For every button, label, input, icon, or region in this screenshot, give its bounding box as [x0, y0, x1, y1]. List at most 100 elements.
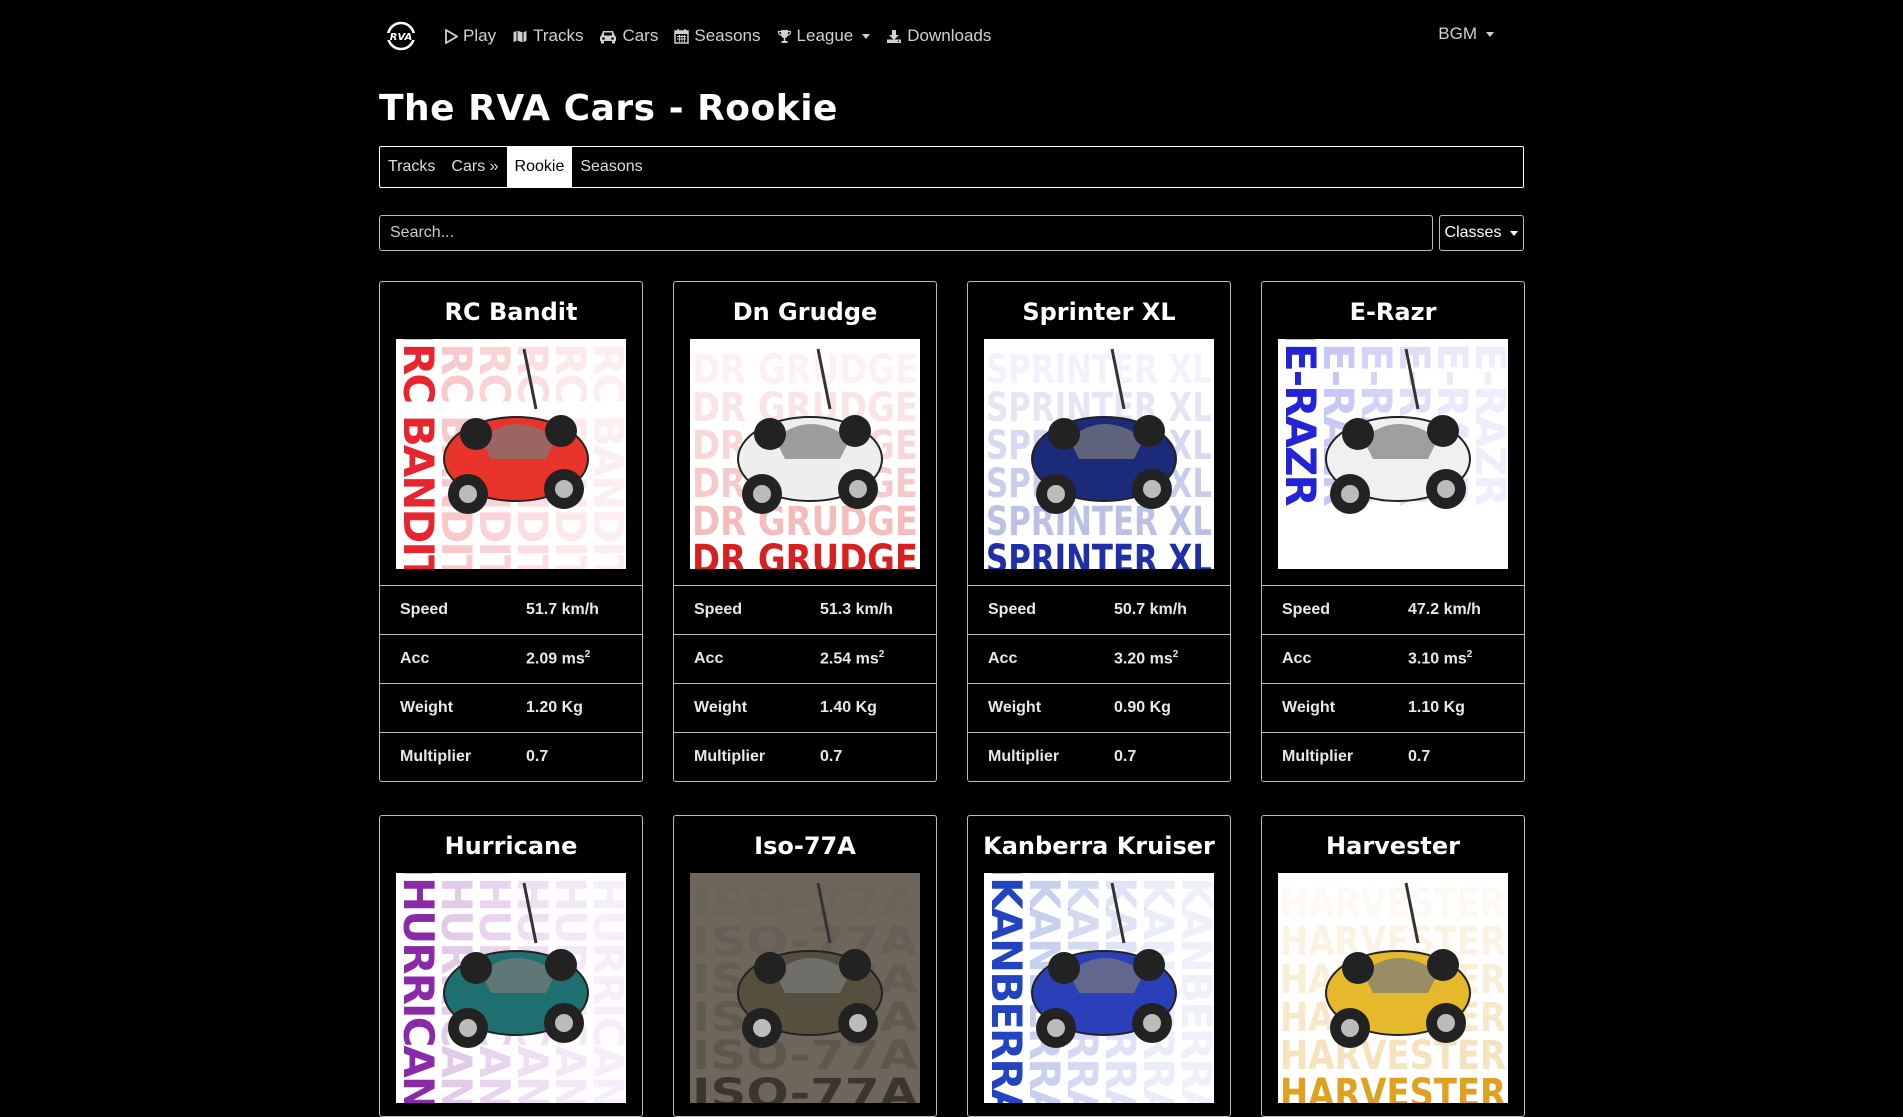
car-image[interactable]: SPRINTER XLSPRINTER XLSPRINTER XLSPRINTE… — [984, 339, 1214, 569]
stat-row-acc: Acc 2.54 ms2 — [674, 635, 936, 684]
chevron-down-icon — [1486, 31, 1494, 37]
stat-row-acc: Acc 3.20 ms2 — [968, 635, 1230, 684]
stat-value-acc: 2.09 ms2 — [526, 649, 590, 668]
stat-row-speed: Speed 51.3 km/h — [674, 586, 936, 635]
stat-value-text: 1.40 Kg — [820, 699, 877, 716]
stat-value-text: 0.7 — [820, 748, 843, 765]
navbar: RVA Play Tracks Cars Seasons League Down… — [379, 0, 1524, 72]
tab-rookie[interactable]: Rookie — [506, 147, 573, 187]
car-card[interactable]: Iso-77A ISO-77AISO-77AISO-77AISO-77AISO-7… — [673, 815, 937, 1117]
svg-text:HARVESTER: HARVESTER — [1280, 1071, 1506, 1103]
stat-label-weight: Weight — [694, 699, 748, 716]
nav-league-dropdown[interactable]: League — [777, 26, 871, 46]
nav-cars-label: Cars — [622, 26, 659, 45]
stat-label-weight: Weight — [988, 699, 1042, 716]
car-stats: Speed 47.2 km/h Acc 3.10 ms2 Weight 1.10 Kg Mu… — [1262, 585, 1524, 781]
stat-value-text: 47.2 km/h — [1408, 601, 1481, 618]
nav-cars[interactable]: Cars — [599, 26, 658, 46]
bgm-dropdown[interactable]: BGM — [1438, 24, 1494, 44]
car-image[interactable]: ISO-77AISO-77AISO-77AISO-77AISO-77AISO-7… — [690, 873, 920, 1103]
svg-text:HURRICANE: HURRICANE — [584, 877, 626, 1103]
nav-seasons[interactable]: Seasons — [674, 26, 761, 46]
stat-value-multiplier: 0.7 — [1408, 748, 1430, 766]
car-name: Iso-77A — [754, 832, 856, 860]
car-name: Kanberra Kruiser — [983, 832, 1215, 860]
download-icon — [886, 29, 902, 44]
nav-play[interactable]: Play — [445, 26, 496, 46]
classes-label: Classes — [1444, 224, 1502, 241]
stat-label-acc: Acc — [400, 650, 430, 667]
stat-value-text: 0.7 — [1408, 748, 1431, 765]
rva-logo[interactable]: RVA — [381, 16, 421, 56]
car-card[interactable]: Sprinter XL SPRINTER XLSPRINTER XLSPRINTE… — [967, 281, 1231, 782]
svg-text:E-RAZR: E-RAZR — [1466, 343, 1508, 506]
svg-text:SPRINTER XL: SPRINTER XL — [986, 537, 1212, 569]
stat-row-weight: Weight 1.20 Kg — [380, 684, 642, 733]
car-name: E-Razr — [1349, 298, 1437, 326]
stat-row-speed: Speed 50.7 km/h — [968, 586, 1230, 635]
car-image[interactable]: KANBERRAKANBERRAKANBERRAKANBERRAKANBERRA… — [984, 873, 1214, 1103]
calendar-icon — [674, 28, 690, 44]
stat-row-multiplier: Multiplier 0.7 — [968, 733, 1230, 781]
stat-row-acc: Acc 2.09 ms2 — [380, 635, 642, 684]
stat-value-multiplier: 0.7 — [820, 748, 842, 766]
stat-label-speed: Speed — [1282, 601, 1331, 618]
stat-row-weight: Weight 1.40 Kg — [674, 684, 936, 733]
map-icon — [512, 28, 528, 44]
stat-value-multiplier: 0.7 — [1114, 748, 1136, 766]
page-container: RVA Play Tracks Cars Seasons League Down… — [379, 0, 1525, 1117]
car-name: Dn Grudge — [732, 298, 878, 326]
stat-label-acc: Acc — [988, 650, 1018, 667]
car-stats: Speed 51.3 km/h Acc 2.54 ms2 Weight 1.40 Kg Mu… — [674, 585, 936, 781]
svg-text:RVA: RVA — [390, 32, 413, 43]
car-card[interactable]: RC BanditRC BANDITRC BANDITRC BANDITRC B… — [379, 281, 643, 782]
car-name: Hurricane — [444, 832, 578, 860]
stat-value-weight: 0.90 Kg — [1114, 699, 1171, 717]
stat-value-text: 0.7 — [1114, 748, 1137, 765]
car-card[interactable]: Harvester HARVESTER HARVESTER HARVESTER HARV… — [1261, 815, 1525, 1117]
tab-tracks[interactable]: Tracks — [380, 147, 443, 187]
search-input[interactable] — [379, 215, 1433, 251]
car-name: RC Bandit — [444, 298, 578, 326]
stat-label-multiplier: Multiplier — [1282, 748, 1354, 765]
stat-label-acc: Acc — [694, 650, 724, 667]
tab-cars[interactable]: Cars » — [443, 147, 506, 187]
nav-downloads[interactable]: Downloads — [886, 26, 991, 46]
stat-value-weight: 1.40 Kg — [820, 699, 877, 717]
car-icon — [599, 29, 617, 44]
svg-text:ISO-77A: ISO-77A — [692, 1071, 918, 1103]
car-name: Sprinter XL — [1022, 298, 1176, 326]
car-card[interactable]: Dn Grudge DR GRUDGEDR GRUDGEDR GRUDGEDR G… — [673, 281, 937, 782]
tab-seasons[interactable]: Seasons — [572, 147, 650, 187]
stat-label-multiplier: Multiplier — [694, 748, 766, 765]
nav-league-label: League — [796, 26, 854, 45]
classes-dropdown[interactable]: Classes — [1439, 215, 1524, 251]
car-image[interactable]: RC BANDITRC BANDITRC BANDITRC BANDITRC B… — [396, 339, 626, 569]
stat-value-speed: 51.3 km/h — [820, 601, 893, 619]
car-card[interactable]: Kanberra Kruiser KANBERRAKANBERRAKANBERRA… — [967, 815, 1231, 1117]
stat-value-text: 0.7 — [526, 748, 549, 765]
stat-row-multiplier: Multiplier 0.7 — [380, 733, 642, 781]
car-image[interactable]: HURRICANEHURRICANEHURRICANEHURRICANEHURR… — [396, 873, 626, 1103]
bgm-label: BGM — [1438, 24, 1477, 43]
stat-value-text: 3.10 ms — [1408, 650, 1467, 668]
stat-value-text: 51.7 km/h — [526, 601, 599, 618]
stat-label-weight: Weight — [1282, 699, 1336, 716]
acc-unit-superscript: 2 — [584, 649, 591, 661]
stat-row-acc: Acc 3.10 ms2 — [1262, 635, 1524, 684]
svg-text:RC BANDIT: RC BANDIT — [584, 343, 626, 569]
stat-label-weight: Weight — [400, 699, 454, 716]
stat-label-speed: Speed — [694, 601, 743, 618]
nav-tracks[interactable]: Tracks — [512, 26, 583, 46]
car-image[interactable]: E-RAZRE-RAZRE-RAZRE-RAZRE-RAZRE-RAZRE-RA… — [1278, 339, 1508, 569]
acc-unit-superscript: 2 — [1466, 649, 1473, 661]
car-card[interactable]: HurricaneHURRICANEHURRICANEHURRICANEHURR… — [379, 815, 643, 1117]
page-title: The RVA Cars - Rookie — [379, 88, 838, 129]
stat-value-text: 0.90 Kg — [1114, 699, 1171, 716]
stat-row-weight: Weight 1.10 Kg — [1262, 684, 1524, 733]
stat-value-acc: 3.20 ms2 — [1114, 649, 1178, 668]
car-card[interactable]: E-Razr E-RAZRE-RAZRE-RAZRE-RAZRE-RAZRE-RA… — [1261, 281, 1525, 782]
trophy-icon — [777, 29, 792, 44]
car-image[interactable]: HARVESTERHARVESTERHARVESTERHARVESTERHARV… — [1278, 873, 1508, 1103]
car-image[interactable]: DR GRUDGEDR GRUDGEDR GRUDGEDR GRUDGEDR G… — [690, 339, 920, 569]
